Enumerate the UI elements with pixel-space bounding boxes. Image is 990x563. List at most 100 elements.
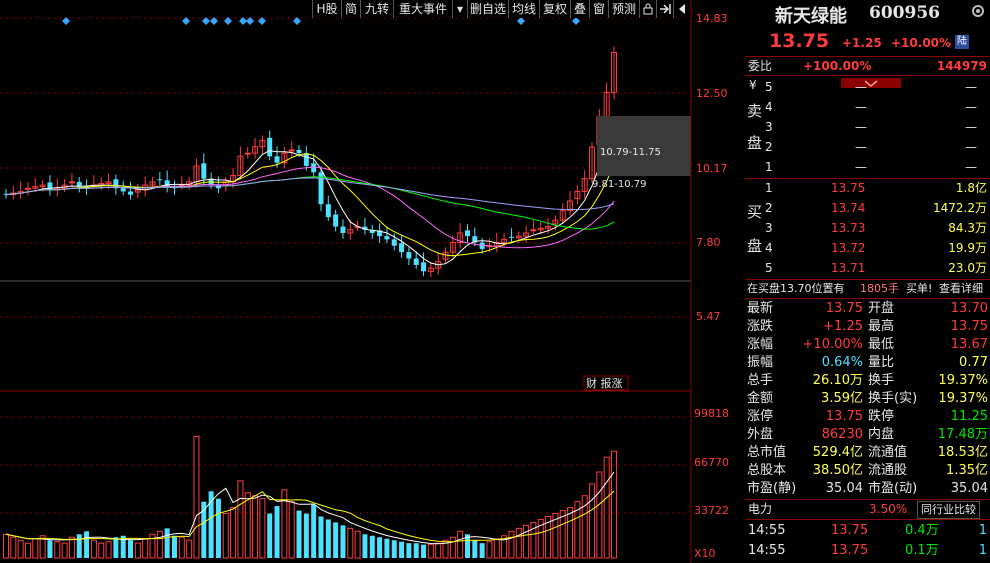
price-tick-5: 5.47: [696, 310, 721, 323]
volume-bar-down: [384, 538, 390, 558]
stat-value: 13.75: [825, 301, 863, 316]
stat-label: 跌停: [868, 409, 895, 424]
sell-level-row[interactable]: 4 — —: [745, 98, 990, 116]
position-info-count: 1805手: [860, 282, 899, 295]
candle-body-down: [413, 258, 419, 265]
remove-watchlist-button[interactable]: 删自选: [467, 0, 508, 18]
quote-stats: 最新 13.75 开盘 13.70 涨跌 +1.25 最高 13.75 涨幅 +10.00% 最低 1…: [745, 300, 990, 500]
adjust-price-button[interactable]: 复权: [539, 0, 570, 18]
ma-button[interactable]: 均线: [508, 0, 539, 18]
volume-bar-down: [296, 510, 302, 558]
collapse-left-icon[interactable]: [673, 0, 690, 18]
connect-tag[interactable]: 陆: [955, 35, 969, 49]
volume-bar-up: [68, 536, 75, 559]
tick-row: 14:55 13.75 0.4万 1: [745, 522, 990, 540]
stat-row: 总股本 38.50亿 流通股 1.35亿: [745, 462, 990, 480]
volume-unit: X10: [694, 547, 716, 560]
stat-row: 市盈(静) 35.04 市盈(动) 35.04: [745, 480, 990, 498]
stat-row: 金额 3.59亿 换手(实) 19.37%: [745, 390, 990, 408]
volume-bars: [3, 435, 617, 559]
nine-turn-button[interactable]: 九转: [360, 0, 393, 18]
volume-ma-line: [5, 471, 615, 545]
sell-side: ¥ 卖 盘 5— —4— —3— —2— —1— —: [745, 76, 990, 178]
buy-level-num: 4: [765, 241, 773, 255]
stat-value: 13.70: [950, 301, 988, 316]
stat-value: 17.48万: [937, 427, 988, 442]
volume-tick-2: 66770: [694, 456, 729, 469]
price-tick-2: 12.50: [696, 87, 728, 100]
stat-value: +1.25: [823, 319, 863, 334]
volume-bar-down: [84, 531, 90, 558]
buy-side: 买 盘 1 13.75 1.8亿 2 13.74 1472.2万 3 13.73 84.3万 4 1…: [745, 179, 990, 279]
lock-icon[interactable]: [639, 0, 656, 18]
buy-level-row[interactable]: 5 13.71 23.0万: [745, 259, 990, 277]
volume-bar-up: [17, 539, 24, 559]
buy-level-price: 13.71: [831, 261, 866, 275]
window-button[interactable]: 窗: [589, 0, 608, 18]
stat-row: 涨幅 +10.00% 最低 13.67: [745, 336, 990, 354]
candle-body-down: [340, 226, 346, 233]
tick-row: 14:55 13.75 0.1万 1: [745, 542, 990, 560]
sell-level-volume: —: [965, 120, 977, 134]
buy-level-price: 13.74: [831, 201, 866, 215]
stat-label: 涨停: [747, 409, 774, 424]
volume-bar-down: [47, 540, 53, 558]
hk-share-button[interactable]: H股: [312, 0, 341, 18]
volume-bar-up: [178, 536, 185, 559]
volume-bar-up: [259, 498, 266, 559]
stat-label: 量比: [868, 355, 895, 370]
buy-level-row[interactable]: 4 13.72 19.9万: [745, 239, 990, 257]
position-info-row[interactable]: 在买盘13.70位置有 1805手 买单! 查看详细: [745, 280, 990, 298]
stat-value: 529.4亿: [812, 445, 863, 460]
price-tick-4: 7.80: [696, 236, 721, 249]
industry-compare-button[interactable]: 同行业比较: [917, 501, 980, 519]
kline-chart[interactable]: 10.79-11.75 9.81-10.79 14.83 12.50 10.17…: [0, 0, 745, 563]
stat-value: 19.37%: [938, 391, 988, 406]
ma-line: [5, 153, 615, 257]
overlay-button[interactable]: 叠: [570, 0, 589, 18]
tick-price: 13.75: [831, 543, 869, 558]
forecast-button[interactable]: 预测: [608, 0, 639, 18]
sell-level-row[interactable]: 2 — —: [745, 138, 990, 156]
buy-level-price: 13.73: [831, 221, 866, 235]
stat-label: 外盘: [747, 427, 774, 442]
volume-bar-down: [369, 535, 375, 558]
chart-grid: [0, 17, 686, 514]
settings-icon[interactable]: [971, 4, 985, 21]
chevron-down-icon[interactable]: ▾: [452, 0, 467, 18]
pin-right-icon[interactable]: [656, 0, 673, 18]
stat-label: 最低: [868, 337, 895, 352]
buy-level-row[interactable]: 2 13.74 1472.2万: [745, 199, 990, 217]
buy-level-row[interactable]: 3 13.73 84.3万: [745, 219, 990, 237]
buy-level-volume: 84.3万: [948, 221, 987, 235]
order-ratio-label: 委比: [748, 59, 773, 73]
buy-level-volume: 1.8亿: [955, 181, 987, 195]
sell-level-row[interactable]: 3 — —: [745, 118, 990, 136]
volume-bar-up: [523, 524, 530, 559]
stat-row: 振幅 0.64% 量比 0.77: [745, 354, 990, 372]
stat-value: 35.04: [825, 481, 863, 496]
sell-level-row[interactable]: 5 — —: [745, 78, 990, 96]
major-events-button[interactable]: 重大事件: [393, 0, 452, 18]
view-detail-link[interactable]: 查看详细: [939, 280, 983, 298]
stat-label: 换手: [868, 373, 895, 388]
simplify-button[interactable]: 简: [341, 0, 360, 18]
sell-level-price: —: [855, 80, 867, 94]
stat-row: 最新 13.75 开盘 13.70: [745, 300, 990, 318]
sell-level-row[interactable]: 1 — —: [745, 158, 990, 176]
stat-label: 市盈(动): [868, 481, 918, 496]
sell-level-volume: —: [965, 100, 977, 114]
report-badge[interactable]: 财 报涨: [586, 376, 623, 390]
buy-level-row[interactable]: 1 13.75 1.8亿: [745, 179, 990, 197]
volume-bar-up: [596, 471, 603, 559]
buy-level-num: 3: [765, 221, 773, 235]
volume-bar-up: [244, 492, 251, 559]
buy-level-volume: 23.0万: [948, 261, 987, 275]
volume-bar-up: [603, 456, 610, 559]
volume-bar-down: [171, 535, 177, 558]
volume-bar-down: [267, 513, 273, 558]
sell-level-price: —: [855, 120, 867, 134]
volume-bar-up: [186, 539, 193, 559]
buy-level-price: 13.75: [831, 181, 866, 195]
stat-value: 3.59亿: [821, 391, 863, 406]
